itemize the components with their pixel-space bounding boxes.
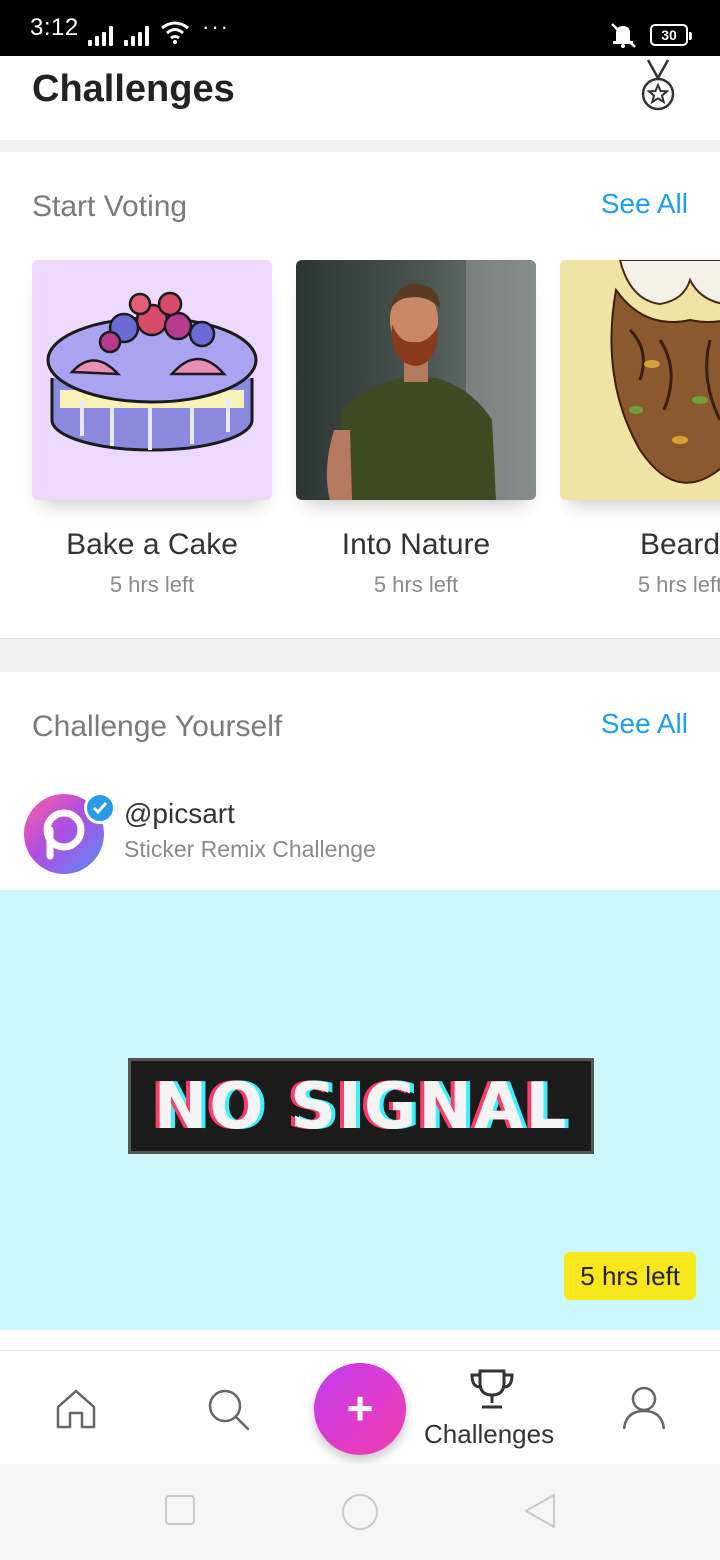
card-time-left: 5 hrs left [373, 572, 459, 597]
section-title: Challenge Yourself [32, 710, 283, 743]
page-title: Challenges [32, 68, 235, 110]
status-time: 3:12 [30, 14, 79, 41]
status-bar: 3:12 ··· 30 [0, 0, 720, 56]
verified-badge-icon [84, 792, 116, 824]
card-title: Bake a Cake [66, 528, 238, 561]
card-thumbnail [32, 260, 272, 500]
creator-handle[interactable]: @picsart [124, 798, 235, 830]
beard-illustration-image [610, 260, 720, 484]
section-divider [0, 638, 720, 672]
card-thumbnail [296, 260, 536, 500]
signal-icon-2 [124, 26, 149, 46]
back-icon[interactable] [522, 1492, 558, 1530]
home-icon[interactable] [54, 1387, 98, 1431]
card-time-left: 5 hrs left [109, 572, 195, 597]
challenge-card-beard[interactable]: Beard 5 hrs left [560, 260, 720, 620]
bottom-nav: + Challenges [0, 1350, 720, 1464]
no-signal-sticker: NO SIGNAL [128, 1058, 594, 1154]
system-nav-bar [0, 1464, 720, 1560]
app-header: Challenges [0, 56, 720, 140]
challenge-card-bake-a-cake[interactable]: Bake a Cake 5 hrs left [32, 260, 272, 597]
nav-label-challenges[interactable]: Challenges [424, 1419, 554, 1450]
man-in-nature-image [326, 260, 536, 500]
start-voting-section: Start Voting See All Bake a Cake 5 hrs l… [0, 152, 720, 638]
no-signal-text: NO SIGNAL [153, 1070, 569, 1144]
medal-icon[interactable] [636, 58, 680, 114]
cake-image [46, 291, 258, 452]
wifi-icon [161, 21, 189, 44]
card-thumbnail [560, 260, 720, 500]
home-circle-icon[interactable] [340, 1492, 380, 1532]
see-all-yourself-link[interactable]: See All [601, 708, 688, 740]
add-button[interactable]: + [314, 1363, 406, 1455]
profile-icon[interactable] [620, 1385, 668, 1431]
section-title: Start Voting [32, 190, 188, 223]
signal-icon [88, 26, 113, 46]
challenge-card-into-nature[interactable]: Into Nature 5 hrs left [296, 260, 536, 597]
challenge-banner[interactable]: NO SIGNAL 5 hrs left [0, 890, 720, 1330]
more-status-icon: ··· [202, 14, 230, 39]
challenge-name: Sticker Remix Challenge [124, 836, 376, 862]
card-title: Beard [639, 528, 720, 561]
recent-apps-icon[interactable] [164, 1494, 196, 1526]
see-all-voting-link[interactable]: See All [601, 188, 688, 220]
mute-icon [611, 23, 636, 48]
search-icon[interactable] [206, 1387, 250, 1431]
card-time-left: 5 hrs left [637, 572, 720, 597]
time-left-badge: 5 hrs left [564, 1252, 696, 1300]
trophy-icon[interactable] [468, 1367, 516, 1411]
card-title: Into Nature [341, 528, 491, 561]
battery-icon: 30 [650, 24, 692, 46]
